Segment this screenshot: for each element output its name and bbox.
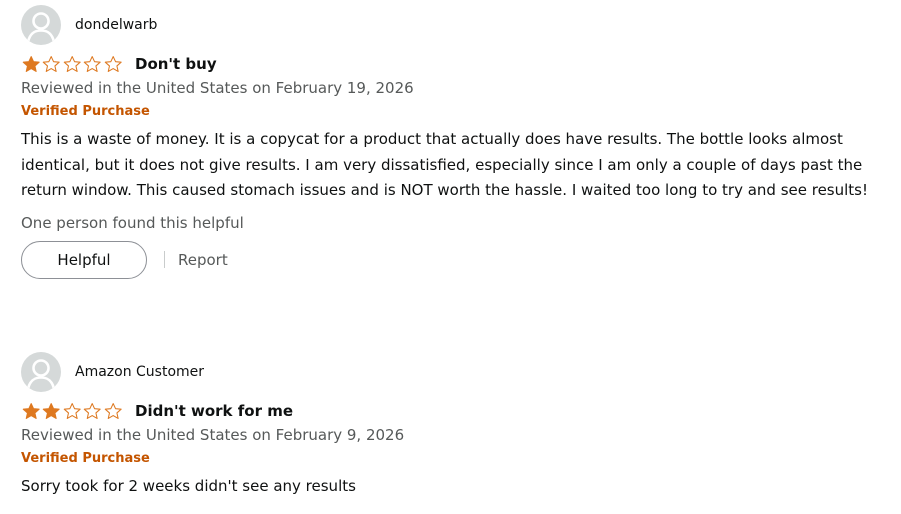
star-filled-icon — [43, 403, 61, 419]
reviewer-name[interactable]: dondelwarb — [75, 17, 157, 33]
review-title[interactable]: Don't buy — [135, 55, 217, 73]
review-body: Sorry took for 2 weeks didn't see any re… — [21, 477, 356, 495]
star-empty-icon — [83, 56, 101, 72]
review-date: Reviewed in the United States on Februar… — [21, 426, 405, 444]
star-empty-icon — [43, 56, 61, 72]
star-empty-icon — [83, 403, 101, 419]
star-empty-icon — [104, 403, 122, 419]
rating-line: Didn't work for me — [21, 400, 891, 422]
star-empty-icon — [63, 56, 81, 72]
default-avatar-icon — [21, 5, 61, 45]
reviewer-profile[interactable]: dondelwarb — [21, 5, 891, 45]
reviewer-name[interactable]: Amazon Customer — [75, 364, 204, 380]
helpful-button[interactable]: Helpful — [21, 240, 147, 279]
star-rating[interactable] — [21, 402, 123, 420]
review-title[interactable]: Didn't work for me — [135, 402, 293, 420]
review-date: Reviewed in the United States on Februar… — [21, 79, 414, 97]
default-avatar-icon — [21, 352, 61, 392]
action-divider — [164, 251, 165, 268]
star-rating[interactable] — [21, 55, 123, 73]
verified-purchase-badge: Verified Purchase — [21, 451, 150, 466]
helpful-count: One person found this helpful — [21, 213, 244, 232]
star-filled-icon — [22, 56, 40, 72]
reviewer-profile[interactable]: Amazon Customer — [21, 352, 891, 392]
rating-line: Don't buy — [21, 53, 891, 75]
review-actions: Helpful Report — [21, 240, 891, 280]
star-empty-icon — [63, 403, 81, 419]
star-filled-icon — [22, 403, 40, 419]
review-card: dondelwarb Don't buy Reviewed in the Uni… — [21, 5, 891, 280]
star-empty-icon — [104, 56, 122, 72]
review-card: Amazon Customer Didn't work for me Revie… — [21, 352, 891, 500]
review-body: This is a waste of money. It is a copyca… — [21, 130, 869, 199]
report-link[interactable]: Report — [178, 251, 228, 269]
verified-purchase-badge: Verified Purchase — [21, 104, 150, 119]
